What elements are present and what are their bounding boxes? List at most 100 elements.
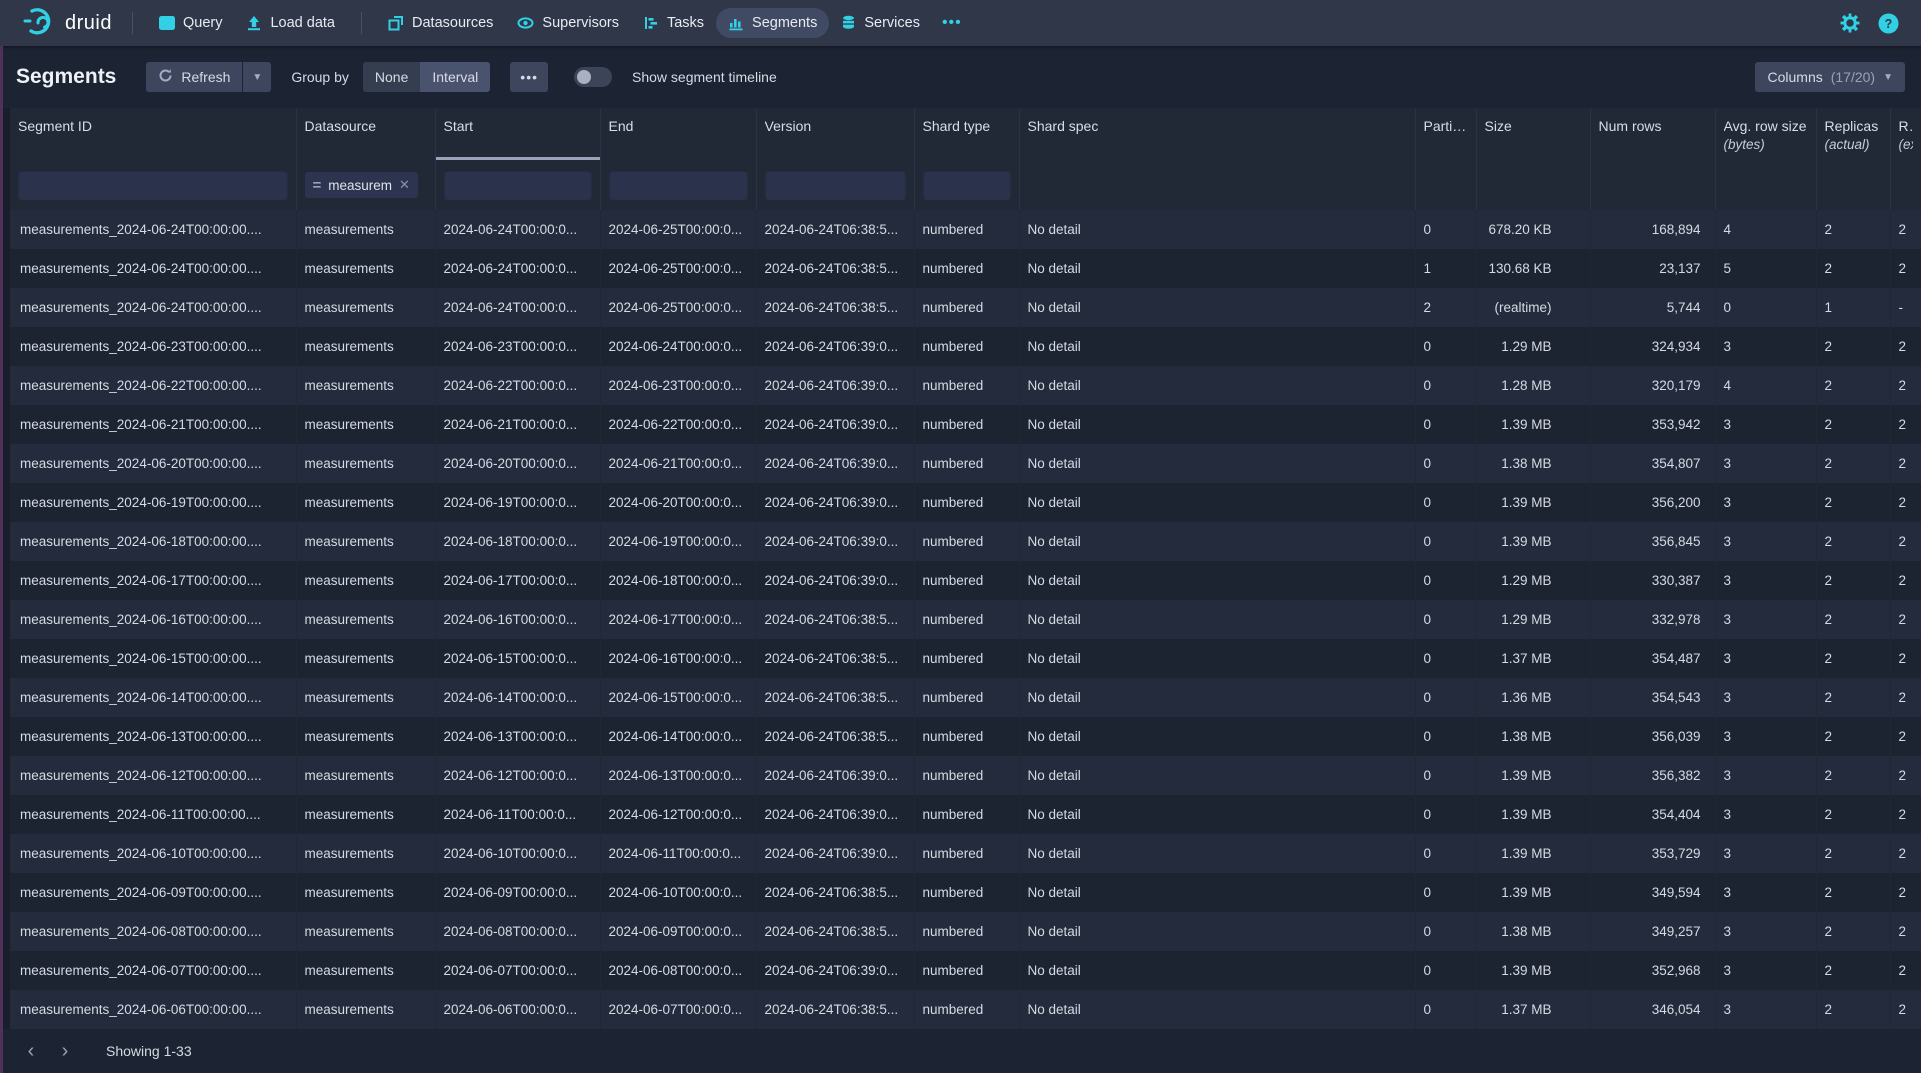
cell-size[interactable]: 1.39 MB — [1476, 405, 1590, 444]
cell-start[interactable]: 2024-06-15T00:00:0... — [435, 639, 600, 678]
cell-partition[interactable]: 0 — [1415, 678, 1476, 717]
cell-version[interactable]: 2024-06-24T06:38:5... — [756, 249, 914, 288]
cell-replicas[interactable]: 2 — [1816, 717, 1890, 756]
cell-segment-id[interactable]: measurements_2024-06-17T00:00:00.... — [10, 561, 296, 600]
cell-version[interactable]: 2024-06-24T06:38:5... — [756, 210, 914, 249]
cell-size[interactable]: 1.37 MB — [1476, 639, 1590, 678]
cell-version[interactable]: 2024-06-24T06:39:0... — [756, 756, 914, 795]
cell-size[interactable]: 1.39 MB — [1476, 873, 1590, 912]
cell-num-rows[interactable]: 353,942 — [1590, 405, 1715, 444]
cell-datasource[interactable]: measurements — [296, 249, 435, 288]
cell-avg-row-size[interactable]: 3 — [1715, 444, 1816, 483]
cell-start[interactable]: 2024-06-19T00:00:0... — [435, 483, 600, 522]
cell-shard-spec[interactable]: No detail — [1019, 717, 1415, 756]
cell-end[interactable]: 2024-06-12T00:00:0... — [600, 795, 756, 834]
cell-shard-type[interactable]: numbered — [914, 873, 1019, 912]
cell-replicas[interactable]: 2 — [1816, 951, 1890, 990]
group-by-none-button[interactable]: None — [363, 62, 420, 92]
cell-num-rows[interactable]: 23,137 — [1590, 249, 1715, 288]
cell-size[interactable]: 678.20 KB — [1476, 210, 1590, 249]
timeline-toggle[interactable] — [574, 67, 612, 87]
cell-replication-factor[interactable]: 2 — [1890, 366, 1921, 405]
cell-size[interactable]: 1.37 MB — [1476, 990, 1590, 1029]
column-header-partition[interactable]: Partition — [1415, 108, 1476, 160]
cell-replicas[interactable]: 2 — [1816, 483, 1890, 522]
cell-shard-type[interactable]: numbered — [914, 639, 1019, 678]
cell-replication-factor[interactable]: 2 — [1890, 327, 1921, 366]
cell-shard-spec[interactable]: No detail — [1019, 249, 1415, 288]
cell-datasource[interactable]: measurements — [296, 288, 435, 327]
cell-version[interactable]: 2024-06-24T06:39:0... — [756, 951, 914, 990]
cell-start[interactable]: 2024-06-10T00:00:0... — [435, 834, 600, 873]
cell-num-rows[interactable]: 354,543 — [1590, 678, 1715, 717]
cell-start[interactable]: 2024-06-23T00:00:0... — [435, 327, 600, 366]
chevron-right-icon[interactable]: › — [50, 1036, 80, 1066]
cell-version[interactable]: 2024-06-24T06:38:5... — [756, 717, 914, 756]
cell-shard-spec[interactable]: No detail — [1019, 522, 1415, 561]
cell-size[interactable]: 1.29 MB — [1476, 561, 1590, 600]
cell-num-rows[interactable]: 354,487 — [1590, 639, 1715, 678]
cell-partition[interactable]: 0 — [1415, 210, 1476, 249]
table-row[interactable]: measurements_2024-06-16T00:00:00....meas… — [10, 600, 1921, 639]
cell-start[interactable]: 2024-06-24T00:00:0... — [435, 288, 600, 327]
cell-num-rows[interactable]: 352,968 — [1590, 951, 1715, 990]
cell-partition[interactable]: 0 — [1415, 990, 1476, 1029]
cell-segment-id[interactable]: measurements_2024-06-21T00:00:00.... — [10, 405, 296, 444]
cell-version[interactable]: 2024-06-24T06:38:5... — [756, 873, 914, 912]
cell-shard-spec[interactable]: No detail — [1019, 795, 1415, 834]
cell-partition[interactable]: 0 — [1415, 561, 1476, 600]
cell-start[interactable]: 2024-06-12T00:00:0... — [435, 756, 600, 795]
cell-shard-spec[interactable]: No detail — [1019, 483, 1415, 522]
cell-start[interactable]: 2024-06-14T00:00:0... — [435, 678, 600, 717]
cell-end[interactable]: 2024-06-25T00:00:0... — [600, 288, 756, 327]
column-header-avg-row-size[interactable]: Avg. row size(bytes) — [1715, 108, 1816, 160]
cell-start[interactable]: 2024-06-08T00:00:0... — [435, 912, 600, 951]
cell-shard-type[interactable]: numbered — [914, 717, 1019, 756]
cell-datasource[interactable]: measurements — [296, 834, 435, 873]
cell-avg-row-size[interactable]: 3 — [1715, 561, 1816, 600]
cell-size[interactable]: 1.38 MB — [1476, 717, 1590, 756]
cell-replicas[interactable]: 2 — [1816, 210, 1890, 249]
table-row[interactable]: measurements_2024-06-24T00:00:00....meas… — [10, 288, 1921, 327]
nav-item-supervisors[interactable]: Supervisors — [505, 8, 631, 38]
cell-avg-row-size[interactable]: 3 — [1715, 951, 1816, 990]
cell-datasource[interactable]: measurements — [296, 639, 435, 678]
cell-num-rows[interactable]: 349,257 — [1590, 912, 1715, 951]
cell-partition[interactable]: 0 — [1415, 795, 1476, 834]
columns-button[interactable]: Columns (17/20) ▼ — [1755, 62, 1905, 92]
cell-end[interactable]: 2024-06-09T00:00:0... — [600, 912, 756, 951]
table-row[interactable]: measurements_2024-06-23T00:00:00....meas… — [10, 327, 1921, 366]
table-row[interactable]: measurements_2024-06-22T00:00:00....meas… — [10, 366, 1921, 405]
group-by-interval-button[interactable]: Interval — [420, 62, 490, 92]
cell-replicas[interactable]: 2 — [1816, 756, 1890, 795]
cell-avg-row-size[interactable]: 3 — [1715, 483, 1816, 522]
cell-replicas[interactable]: 2 — [1816, 405, 1890, 444]
cell-end[interactable]: 2024-06-10T00:00:0... — [600, 873, 756, 912]
cell-replicas[interactable]: 2 — [1816, 873, 1890, 912]
cell-replication-factor[interactable]: 2 — [1890, 990, 1921, 1029]
cell-size[interactable]: 1.29 MB — [1476, 600, 1590, 639]
cell-datasource[interactable]: measurements — [296, 756, 435, 795]
table-row[interactable]: measurements_2024-06-08T00:00:00....meas… — [10, 912, 1921, 951]
cell-segment-id[interactable]: measurements_2024-06-18T00:00:00.... — [10, 522, 296, 561]
cell-start[interactable]: 2024-06-07T00:00:0... — [435, 951, 600, 990]
cell-shard-type[interactable]: numbered — [914, 288, 1019, 327]
cell-replicas[interactable]: 2 — [1816, 522, 1890, 561]
cell-avg-row-size[interactable]: 3 — [1715, 795, 1816, 834]
cell-datasource[interactable]: measurements — [296, 873, 435, 912]
cell-size[interactable]: 1.39 MB — [1476, 834, 1590, 873]
cell-version[interactable]: 2024-06-24T06:38:5... — [756, 912, 914, 951]
cell-partition[interactable]: 0 — [1415, 717, 1476, 756]
cell-partition[interactable]: 0 — [1415, 912, 1476, 951]
cell-segment-id[interactable]: measurements_2024-06-22T00:00:00.... — [10, 366, 296, 405]
cell-version[interactable]: 2024-06-24T06:39:0... — [756, 795, 914, 834]
cell-partition[interactable]: 0 — [1415, 327, 1476, 366]
cell-datasource[interactable]: measurements — [296, 717, 435, 756]
cell-num-rows[interactable]: 356,039 — [1590, 717, 1715, 756]
cell-size[interactable]: 1.29 MB — [1476, 327, 1590, 366]
cell-replication-factor[interactable]: 2 — [1890, 561, 1921, 600]
cell-start[interactable]: 2024-06-09T00:00:0... — [435, 873, 600, 912]
cell-end[interactable]: 2024-06-16T00:00:0... — [600, 639, 756, 678]
table-row[interactable]: measurements_2024-06-24T00:00:00....meas… — [10, 249, 1921, 288]
cell-end[interactable]: 2024-06-15T00:00:0... — [600, 678, 756, 717]
